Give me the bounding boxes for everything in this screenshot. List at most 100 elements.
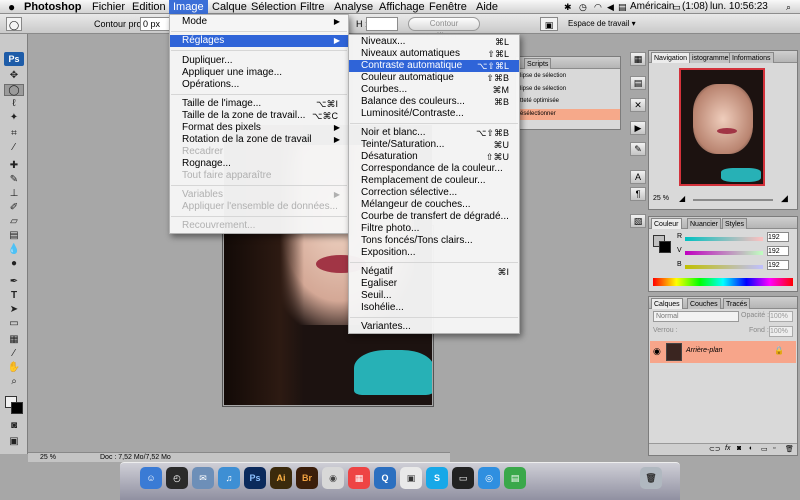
- tab-couleur[interactable]: Couleur: [651, 218, 682, 229]
- tab-couches[interactable]: Couches: [687, 298, 721, 309]
- color-spectrum-bar[interactable]: [653, 278, 793, 286]
- skype-icon[interactable]: S: [426, 467, 448, 489]
- zoom-out-icon[interactable]: ◢: [679, 194, 685, 203]
- menu-fenetre[interactable]: Fenêtre: [425, 0, 471, 14]
- magic-wand-tool-icon[interactable]: ✦: [4, 112, 24, 124]
- zoom-in-icon[interactable]: ◢: [781, 193, 788, 204]
- menu-image[interactable]: Image: [169, 0, 208, 14]
- submenu-item-seuil[interactable]: Seuil...: [349, 290, 519, 302]
- layer-visibility-eye-icon[interactable]: ◉: [653, 346, 661, 357]
- menu-analyse[interactable]: Analyse: [330, 0, 377, 14]
- channel-v-value[interactable]: 192: [767, 246, 789, 256]
- menu-item-variables[interactable]: Variables ▶: [170, 189, 348, 201]
- tab-styles[interactable]: Styles: [722, 218, 748, 229]
- submenu-item-egaliser[interactable]: Egaliser: [349, 278, 519, 290]
- menu-item-operations[interactable]: Opérations...: [170, 79, 348, 91]
- screen-mode-icon[interactable]: ▣: [4, 436, 24, 448]
- marquee-tool-icon[interactable]: ◯: [4, 84, 24, 96]
- mail-icon[interactable]: ✉: [192, 467, 214, 489]
- channel-r-value[interactable]: 192: [767, 232, 789, 242]
- actions-toggle-icon[interactable]: ▶: [630, 121, 646, 135]
- tab-traces[interactable]: Tracés: [723, 298, 751, 309]
- submenu-item-exposition[interactable]: Exposition...: [349, 247, 519, 259]
- quick-mask-icon[interactable]: ◙: [4, 420, 24, 432]
- blur-tool-icon[interactable]: 💧: [4, 244, 24, 256]
- submenu-item-contraste-auto[interactable]: Contraste automatique ⌥⇧⌘L: [349, 60, 519, 72]
- menu-item-reglages[interactable]: Réglages ▶: [170, 35, 348, 47]
- history-row-active[interactable]: ésélectionner: [520, 109, 620, 120]
- tab-calques[interactable]: Calques: [651, 298, 683, 309]
- character-toggle-icon[interactable]: A: [630, 170, 646, 184]
- move-tool-icon[interactable]: ✥: [4, 70, 24, 82]
- submenu-item-luminosite[interactable]: Luminosité/Contraste...: [349, 108, 519, 120]
- channel-b-slider[interactable]: [685, 265, 763, 269]
- healing-brush-tool-icon[interactable]: ✚: [4, 160, 24, 172]
- submenu-item-niveaux[interactable]: Niveaux... ⌘L: [349, 36, 519, 48]
- menu-item-recouvrement[interactable]: Recouvrement...: [170, 220, 348, 232]
- adjustment-layer-icon[interactable]: ◐: [749, 445, 753, 452]
- time-machine-icon[interactable]: ◷: [575, 0, 591, 14]
- navigator-toggle-icon[interactable]: ▦: [630, 52, 646, 66]
- menu-item-recadrer[interactable]: Recadrer: [170, 146, 348, 158]
- app-menu[interactable]: Photoshop: [20, 0, 85, 14]
- new-group-icon[interactable]: ▭: [761, 445, 768, 453]
- improve-edge-button[interactable]: Contour améliorer...: [408, 17, 480, 40]
- clock[interactable]: lun. 10:56:23: [706, 0, 772, 14]
- menu-filtre[interactable]: Filtre: [296, 0, 328, 14]
- menu-affichage[interactable]: Affichage: [375, 0, 429, 14]
- terminal-icon[interactable]: ▭: [452, 467, 474, 489]
- submenu-item-teinte-saturation[interactable]: Teinte/Saturation... ⌘U: [349, 139, 519, 151]
- new-layer-icon[interactable]: ▫: [773, 445, 775, 452]
- apple-menu-icon[interactable]: ●: [4, 0, 19, 14]
- eyedropper2-tool-icon[interactable]: ⁄: [4, 348, 24, 360]
- menu-edition[interactable]: Edition: [128, 0, 170, 14]
- submenu-item-courbes[interactable]: Courbes... ⌘M: [349, 84, 519, 96]
- menu-item-rognage[interactable]: Rognage...: [170, 158, 348, 170]
- zoom-tool-icon[interactable]: ⌕: [4, 376, 24, 388]
- navigator-zoom-value[interactable]: 25 %: [653, 195, 669, 202]
- brush-tool-icon[interactable]: ✎: [4, 174, 24, 186]
- blend-mode-dropdown[interactable]: Normal: [653, 311, 739, 322]
- gradient-tool-icon[interactable]: ▤: [4, 230, 24, 242]
- channel-b-value[interactable]: 192: [767, 260, 789, 270]
- submenu-item-remplacement[interactable]: Remplacement de couleur...: [349, 175, 519, 187]
- menu-aide[interactable]: Aide: [472, 0, 502, 14]
- crop-tool-icon[interactable]: ⌗: [4, 128, 24, 140]
- color-bg-swatch[interactable]: [659, 241, 671, 253]
- h-input[interactable]: [366, 17, 398, 31]
- eraser-tool-icon[interactable]: ▱: [4, 216, 24, 228]
- tools-toggle-icon[interactable]: ✕: [630, 98, 646, 112]
- history-row[interactable]: lipse de sélection: [520, 71, 620, 82]
- shape-tool-icon[interactable]: ▭: [4, 318, 24, 330]
- type-tool-icon[interactable]: T: [4, 290, 24, 302]
- status-zoom[interactable]: 25 %: [40, 453, 56, 462]
- menu-item-appliquer-image[interactable]: Appliquer une image...: [170, 67, 348, 79]
- dodge-tool-icon[interactable]: ●: [4, 258, 24, 270]
- brushes-toggle-icon[interactable]: ✎: [630, 142, 646, 156]
- navigator-zoom-slider[interactable]: [693, 199, 773, 201]
- menu-selection[interactable]: Sélection: [247, 0, 300, 14]
- lasso-tool-icon[interactable]: ℓ: [4, 98, 24, 110]
- trash-icon[interactable]: 🗑: [640, 467, 662, 489]
- menu-item-taille-image[interactable]: Taille de l'image... ⌥⌘I: [170, 98, 348, 110]
- history-row[interactable]: tteté optimisée: [520, 96, 620, 107]
- photobooth-icon[interactable]: ◉: [322, 467, 344, 489]
- history-brush-tool-icon[interactable]: ✐: [4, 202, 24, 214]
- quicktime-icon[interactable]: Q: [374, 467, 396, 489]
- menu-item-mode[interactable]: Mode ▶: [170, 16, 348, 28]
- workspace-dropdown[interactable]: Espace de travail ▾: [568, 17, 636, 31]
- itunes-icon[interactable]: ♫: [218, 467, 240, 489]
- tab-histogram[interactable]: istogramme: [689, 52, 732, 63]
- menu-item-dupliquer[interactable]: Dupliquer...: [170, 55, 348, 67]
- submenu-item-variantes[interactable]: Variantes...: [349, 321, 519, 333]
- submenu-item-correspondance[interactable]: Correspondance de la couleur...: [349, 163, 519, 175]
- marquee-preset-icon[interactable]: ◯: [6, 17, 22, 31]
- calendar-icon[interactable]: ▦: [348, 467, 370, 489]
- bridge-icon[interactable]: ▣: [540, 17, 558, 31]
- hand-tool-icon[interactable]: ✋: [4, 362, 24, 374]
- history-toggle-icon[interactable]: ▤: [630, 76, 646, 90]
- submenu-item-negatif[interactable]: Négatif ⌘I: [349, 266, 519, 278]
- pen-tool-icon[interactable]: ✒: [4, 276, 24, 288]
- clone-source-toggle-icon[interactable]: ▧: [630, 214, 646, 228]
- path-selection-tool-icon[interactable]: ➤: [4, 304, 24, 316]
